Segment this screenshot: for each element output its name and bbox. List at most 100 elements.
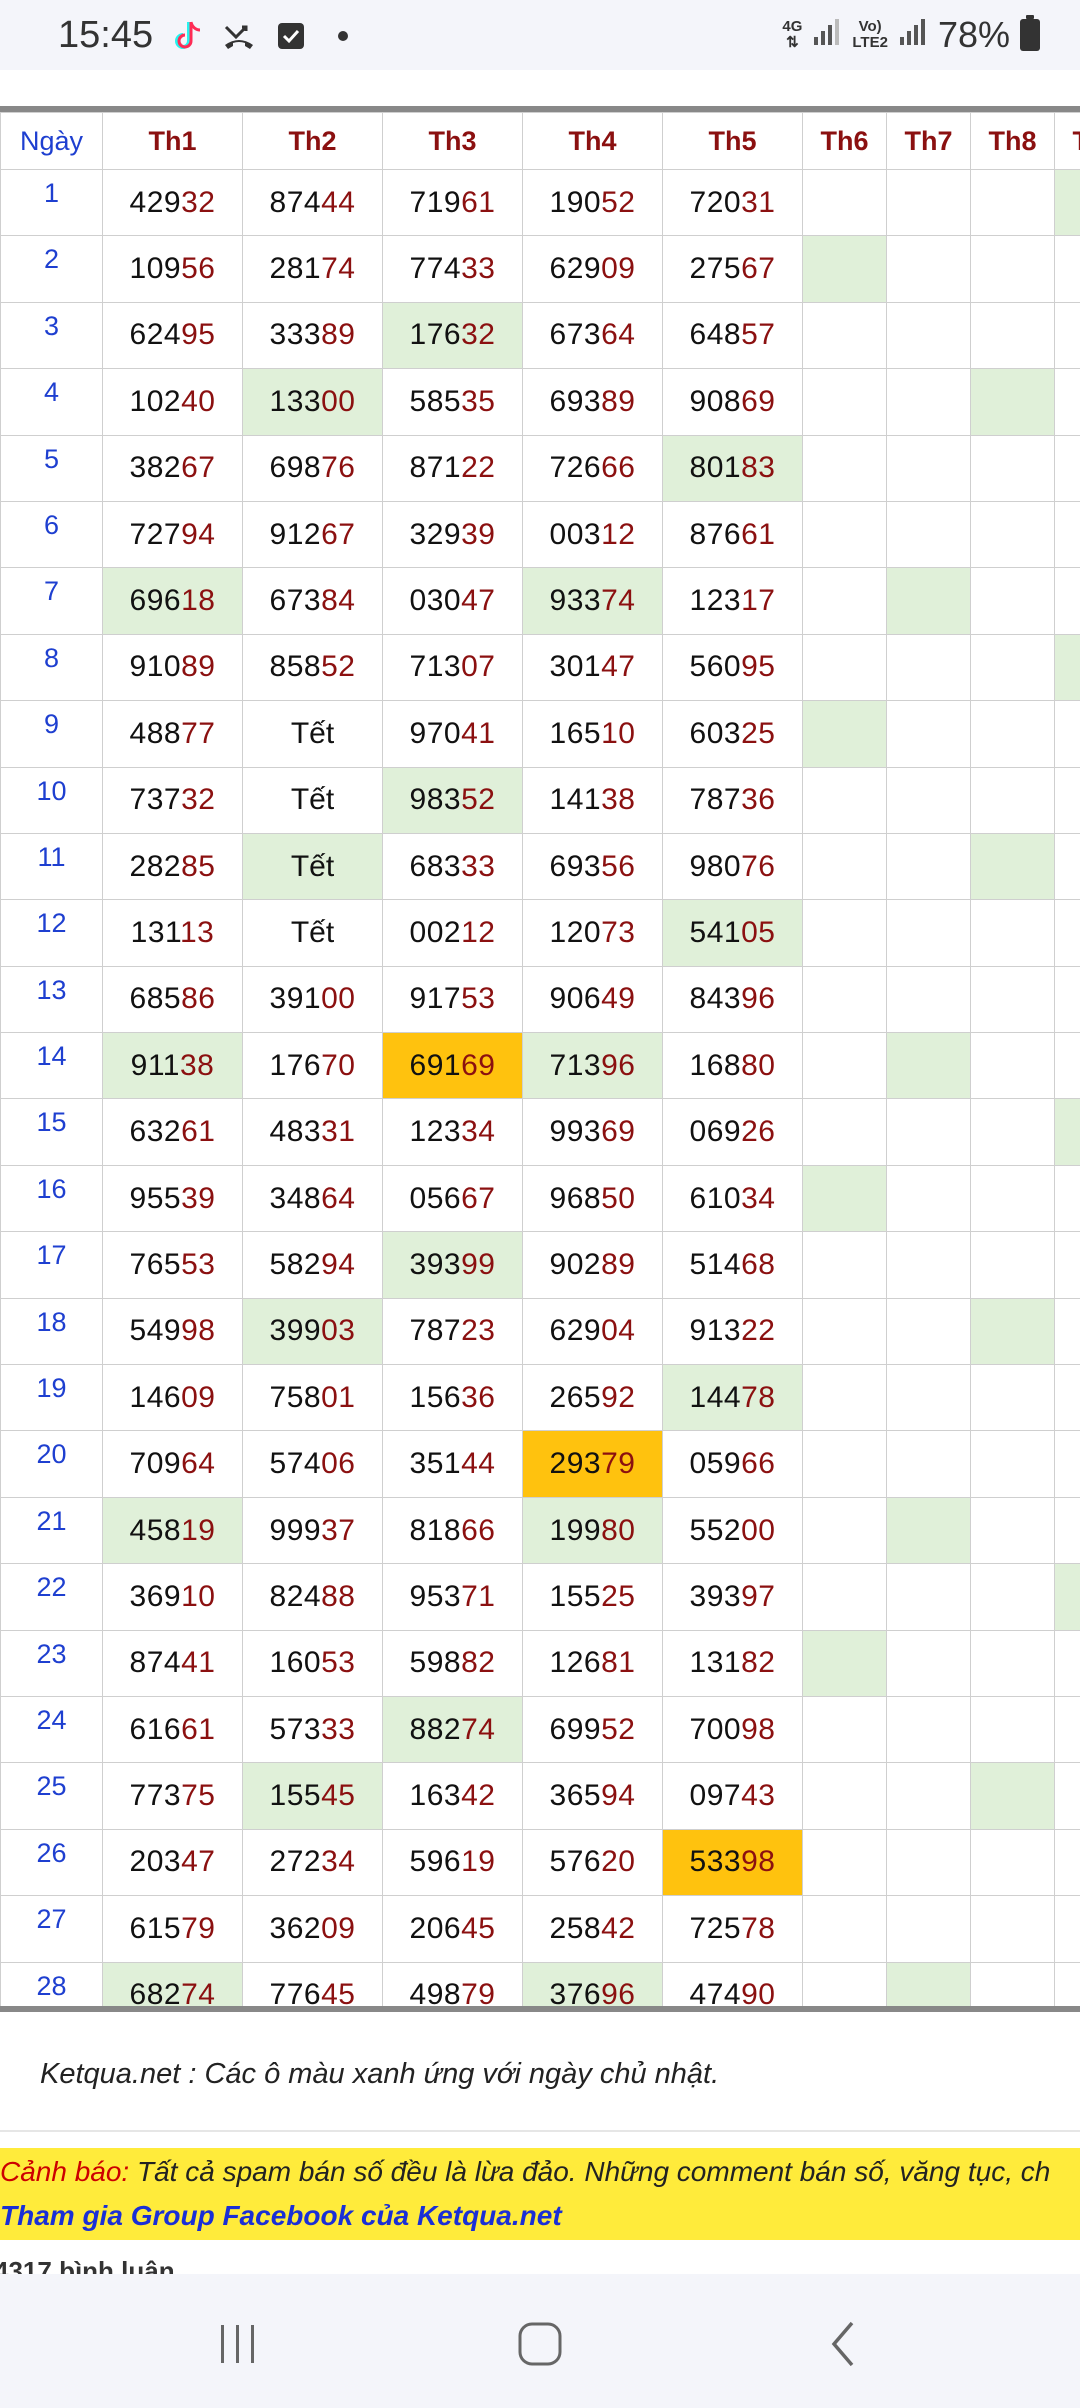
empty-cell [1054, 1032, 1080, 1100]
empty-cell [970, 1032, 1055, 1100]
result-number: 69876 [269, 451, 356, 485]
result-number: 45819 [129, 1513, 216, 1547]
result-number: 57333 [269, 1712, 356, 1746]
day-cell: 9 [0, 700, 103, 768]
result-cell: 69952 [522, 1695, 663, 1764]
empty-cell [970, 168, 1055, 237]
empty-cell [802, 766, 887, 834]
battery-icon [1020, 15, 1040, 51]
home-icon[interactable] [510, 2314, 570, 2374]
result-cell: 99937 [242, 1496, 383, 1565]
facebook-group-link[interactable]: Tham gia Group Facebook của Ketqua.net [0, 2200, 562, 2232]
table-row: 2 10956 28174 77433 62909 27567 [0, 235, 1080, 303]
result-cell: 09743 [662, 1762, 803, 1830]
result-number: 09743 [689, 1779, 776, 1813]
result-number: 87444 [269, 185, 356, 219]
empty-cell [970, 1961, 1055, 2012]
empty-cell [802, 1164, 887, 1233]
result-cell: Tết [242, 766, 383, 834]
empty-cell [970, 368, 1055, 436]
result-number: 12073 [549, 915, 636, 949]
result-cell: 78736 [662, 766, 803, 834]
result-number: 69389 [549, 384, 636, 418]
day-cell: 4 [0, 368, 103, 436]
result-number: 55200 [689, 1513, 776, 1547]
result-cell: 54105 [662, 899, 803, 967]
empty-cell [802, 1496, 887, 1565]
result-cell: 67364 [522, 301, 663, 370]
result-number: 39397 [689, 1579, 776, 1613]
result-cell: 90289 [522, 1231, 663, 1299]
result-cell: 12317 [662, 567, 803, 635]
table-row: 12 13113 Tết 00212 12073 54105 [0, 899, 1080, 967]
empty-cell [970, 965, 1055, 1034]
day-cell: 3 [0, 301, 103, 370]
result-cell: 62904 [522, 1297, 663, 1366]
result-cell: 85852 [242, 633, 383, 702]
result-number: 54105 [689, 915, 776, 949]
result-number: 13300 [269, 384, 356, 418]
empty-cell [802, 1961, 887, 2012]
empty-cell [970, 1828, 1055, 1897]
header-th5: Th5 [662, 112, 803, 170]
result-number: 30147 [549, 650, 636, 684]
empty-cell [802, 1895, 887, 1963]
empty-cell [970, 235, 1055, 303]
table-row: 6 72794 91267 32939 00312 87661 [0, 500, 1080, 569]
table-row: 1 42932 87444 71961 19052 72031 [0, 168, 1080, 237]
empty-cell [1054, 832, 1080, 901]
empty-cell [802, 1828, 887, 1897]
table-row: 23 87441 16053 59882 12681 13182 [0, 1629, 1080, 1697]
empty-cell [1054, 368, 1080, 436]
result-cell: 13113 [102, 899, 243, 967]
result-number: 17632 [409, 318, 496, 352]
signal-icon-2 [898, 14, 928, 56]
empty-cell [886, 368, 971, 436]
result-cell: 91089 [102, 633, 243, 702]
result-number: 64857 [689, 318, 776, 352]
table-row: 24 61661 57333 88274 69952 70098 [0, 1695, 1080, 1764]
result-cell: 77645 [242, 1961, 383, 2012]
result-cell: 48331 [242, 1098, 383, 1166]
result-cell: 06926 [662, 1098, 803, 1166]
result-number: 69356 [549, 849, 636, 883]
header-th9: Th9 [1054, 112, 1080, 170]
back-icon[interactable] [814, 2314, 874, 2374]
result-cell: 61579 [102, 1895, 243, 1963]
result-number: 69618 [129, 584, 216, 618]
empty-cell [1054, 1563, 1080, 1631]
empty-cell [1054, 1364, 1080, 1432]
empty-cell [970, 766, 1055, 834]
result-number: 60325 [689, 716, 776, 750]
empty-cell [1054, 168, 1080, 237]
empty-cell [1054, 965, 1080, 1034]
empty-cell [970, 301, 1055, 370]
result-cell: 59619 [382, 1828, 523, 1897]
empty-cell [970, 633, 1055, 702]
result-cell: 39397 [662, 1563, 803, 1631]
result-cell: 97041 [382, 700, 523, 768]
result-number: 16342 [409, 1779, 496, 1813]
results-table-container[interactable]: NgàyTh1Th2Th3Th4Th5Th6Th7Th8Th9 14293287… [0, 106, 1080, 2012]
table-row: 13 68586 39100 91753 90649 84396 [0, 965, 1080, 1034]
result-cell: 78723 [382, 1297, 523, 1366]
empty-cell [886, 1164, 971, 1233]
result-cell: 91753 [382, 965, 523, 1034]
header-th6: Th6 [802, 112, 887, 170]
result-number: 61661 [129, 1712, 216, 1746]
result-cell: 71961 [382, 168, 523, 237]
result-cell: 00312 [522, 500, 663, 569]
result-cell: 69169 [382, 1032, 523, 1100]
result-number: 12681 [549, 1646, 636, 1680]
empty-cell [1054, 1231, 1080, 1299]
recent-apps-icon[interactable] [208, 2314, 268, 2374]
result-cell: 37696 [522, 1961, 663, 2012]
result-cell: 33389 [242, 301, 383, 370]
empty-cell [886, 567, 971, 635]
empty-cell [1054, 700, 1080, 768]
result-cell: 56095 [662, 633, 803, 702]
empty-cell [970, 700, 1055, 768]
empty-cell [802, 1430, 887, 1498]
result-number: 56095 [689, 650, 776, 684]
result-number: 58294 [269, 1247, 356, 1281]
